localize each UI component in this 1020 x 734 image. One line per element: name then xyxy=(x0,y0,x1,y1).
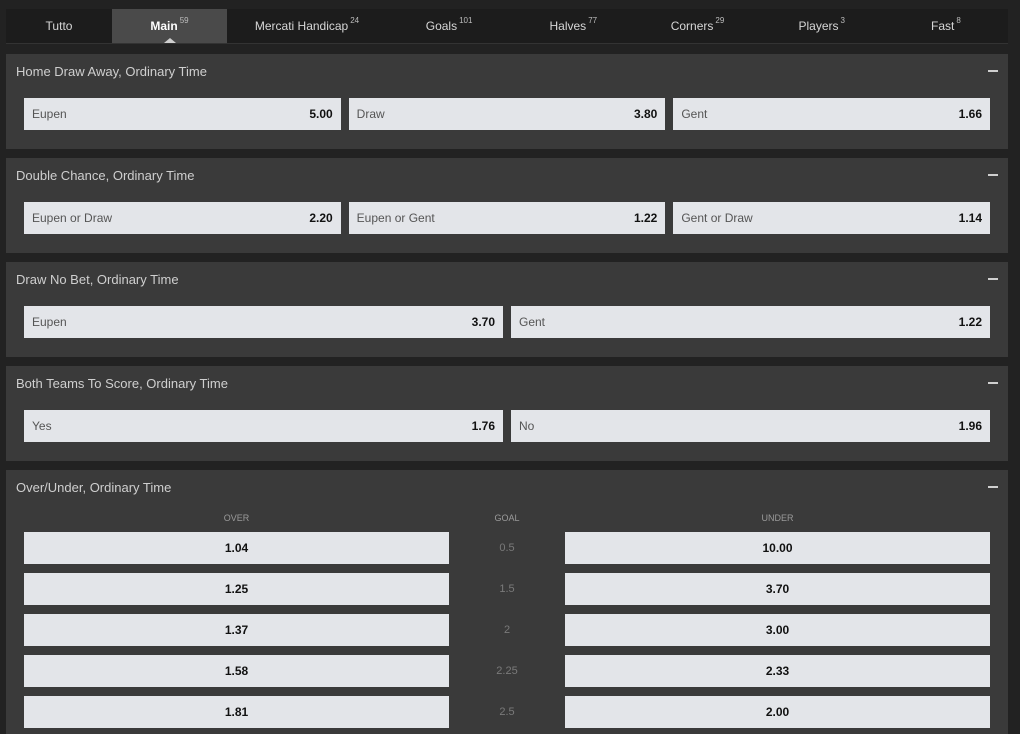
odd-name: Gent or Draw xyxy=(681,211,753,225)
tab-goals[interactable]: Goals 101 xyxy=(387,9,511,43)
tab-count: 77 xyxy=(588,15,598,25)
over-under-row: 1.81 2.5 2.00 xyxy=(6,696,1008,728)
tab-label: Tutto xyxy=(45,19,73,33)
tab-fast[interactable]: Fast 8 xyxy=(884,9,1008,43)
market-title: Double Chance, Ordinary Time xyxy=(16,167,195,183)
odd-name: Gent xyxy=(519,315,546,329)
odd-name: Eupen or Gent xyxy=(356,211,435,225)
odd-value: 1.76 xyxy=(471,419,495,433)
market-title: Draw No Bet, Ordinary Time xyxy=(16,271,179,287)
market-home-draw-away: Home Draw Away, Ordinary Time Eupen 5.00 … xyxy=(6,54,1008,149)
tab-count: 8 xyxy=(956,15,961,25)
market-double-chance: Double Chance, Ordinary Time Eupen or Dr… xyxy=(6,158,1008,253)
tab-mercati-handicap[interactable]: Mercati Handicap 24 xyxy=(227,9,387,43)
odd-button-draw[interactable]: Draw 3.80 xyxy=(348,98,666,130)
under-odd-button[interactable]: 2.33 xyxy=(565,655,990,687)
odd-button-home[interactable]: Eupen 3.70 xyxy=(24,306,503,338)
odd-button-away[interactable]: Gent 1.22 xyxy=(511,306,990,338)
market-header[interactable]: Home Draw Away, Ordinary Time xyxy=(6,54,1008,88)
collapse-icon[interactable] xyxy=(988,382,998,384)
tab-tutto[interactable]: Tutto xyxy=(6,9,112,43)
under-odd-button[interactable]: 3.00 xyxy=(565,614,990,646)
collapse-icon[interactable] xyxy=(988,174,998,176)
over-under-row: 1.04 0.5 10.00 xyxy=(6,532,1008,564)
goal-line: 1.5 xyxy=(499,583,515,595)
goal-line: 2.5 xyxy=(499,706,515,718)
tab-count: 59 xyxy=(179,15,189,25)
odd-name: Eupen xyxy=(32,107,67,121)
odd-value: 1.66 xyxy=(958,107,983,121)
tab-label: Fast xyxy=(931,19,955,33)
goal-line: 2.25 xyxy=(496,665,518,677)
collapse-icon[interactable] xyxy=(988,486,998,488)
odd-button-home-or-draw[interactable]: Eupen or Draw 2.20 xyxy=(24,202,341,234)
tab-count: 101 xyxy=(459,15,473,25)
goal-line: 2 xyxy=(503,624,511,636)
odd-name: Eupen or Draw xyxy=(32,211,113,225)
odd-button-home-or-away[interactable]: Eupen or Gent 1.22 xyxy=(348,202,666,234)
tab-label: Main xyxy=(150,19,178,33)
odd-name: Gent xyxy=(681,107,708,121)
collapse-icon[interactable] xyxy=(988,278,998,280)
tab-label: Halves xyxy=(549,19,587,33)
odd-value: 2.20 xyxy=(309,211,333,225)
tab-halves[interactable]: Halves 77 xyxy=(511,9,635,43)
market-title: Over/Under, Ordinary Time xyxy=(16,479,172,495)
over-odd-button[interactable]: 1.25 xyxy=(24,573,449,605)
odd-value: 1.22 xyxy=(958,315,982,329)
over-under-header: OVER GOAL UNDER xyxy=(6,504,1008,532)
over-odd-button[interactable]: 1.58 xyxy=(24,655,449,687)
under-odd-button[interactable]: 3.70 xyxy=(565,573,990,605)
odd-value: 3.70 xyxy=(471,315,495,329)
tab-count: 3 xyxy=(840,15,845,25)
tab-label: Players xyxy=(798,19,839,33)
odd-value: 1.22 xyxy=(633,211,658,225)
odd-value: 1.14 xyxy=(958,211,983,225)
market-both-teams-to-score: Both Teams To Score, Ordinary Time Yes 1.… xyxy=(6,366,1008,461)
over-under-row: 1.25 1.5 3.70 xyxy=(6,573,1008,605)
market-draw-no-bet: Draw No Bet, Ordinary Time Eupen 3.70 Gen… xyxy=(6,262,1008,357)
over-under-row: 1.58 2.25 2.33 xyxy=(6,655,1008,687)
goal-column-header: GOAL xyxy=(494,513,520,523)
tab-label: Corners xyxy=(670,19,714,33)
odd-button-home[interactable]: Eupen 5.00 xyxy=(24,98,341,130)
odd-value: 5.00 xyxy=(309,107,333,121)
odd-button-away[interactable]: Gent 1.66 xyxy=(673,98,991,130)
odd-value: 3.80 xyxy=(633,107,658,121)
odd-value: 1.96 xyxy=(958,419,982,433)
tab-count: 24 xyxy=(350,15,360,25)
under-column-header: UNDER xyxy=(761,513,794,523)
over-odd-button[interactable]: 1.37 xyxy=(24,614,449,646)
under-odd-button[interactable]: 2.00 xyxy=(565,696,990,728)
odd-button-away-or-draw[interactable]: Gent or Draw 1.14 xyxy=(673,202,991,234)
odd-name: Draw xyxy=(356,107,385,121)
market-header[interactable]: Double Chance, Ordinary Time xyxy=(6,158,1008,192)
market-tabs: Tutto Main 59 Mercati Handicap 24 Goals 101… xyxy=(6,9,1008,44)
tab-players[interactable]: Players 3 xyxy=(760,9,884,43)
market-title: Both Teams To Score, Ordinary Time xyxy=(16,375,228,391)
tab-label: Goals xyxy=(425,19,458,33)
market-header[interactable]: Over/Under, Ordinary Time xyxy=(6,470,1008,504)
odd-button-no[interactable]: No 1.96 xyxy=(511,410,990,442)
tab-corners[interactable]: Corners 29 xyxy=(635,9,759,43)
goal-line: 0.5 xyxy=(499,542,515,554)
over-column-header: OVER xyxy=(223,513,250,523)
under-odd-button[interactable]: 10.00 xyxy=(565,532,990,564)
market-over-under: Over/Under, Ordinary Time OVER GOAL UNDE… xyxy=(6,470,1008,734)
odd-name: Yes xyxy=(32,419,52,433)
odd-button-yes[interactable]: Yes 1.76 xyxy=(24,410,503,442)
collapse-icon[interactable] xyxy=(988,70,998,72)
market-header[interactable]: Draw No Bet, Ordinary Time xyxy=(6,262,1008,296)
over-odd-button[interactable]: 1.81 xyxy=(24,696,449,728)
tab-count: 29 xyxy=(715,15,725,25)
tab-label: Mercati Handicap xyxy=(254,19,349,33)
over-odd-button[interactable]: 1.04 xyxy=(24,532,449,564)
odd-name: No xyxy=(519,419,535,433)
over-under-row: 1.37 2 3.00 xyxy=(6,614,1008,646)
tab-main[interactable]: Main 59 xyxy=(112,9,227,43)
market-title: Home Draw Away, Ordinary Time xyxy=(16,63,207,79)
odd-name: Eupen xyxy=(32,315,67,329)
market-header[interactable]: Both Teams To Score, Ordinary Time xyxy=(6,366,1008,400)
